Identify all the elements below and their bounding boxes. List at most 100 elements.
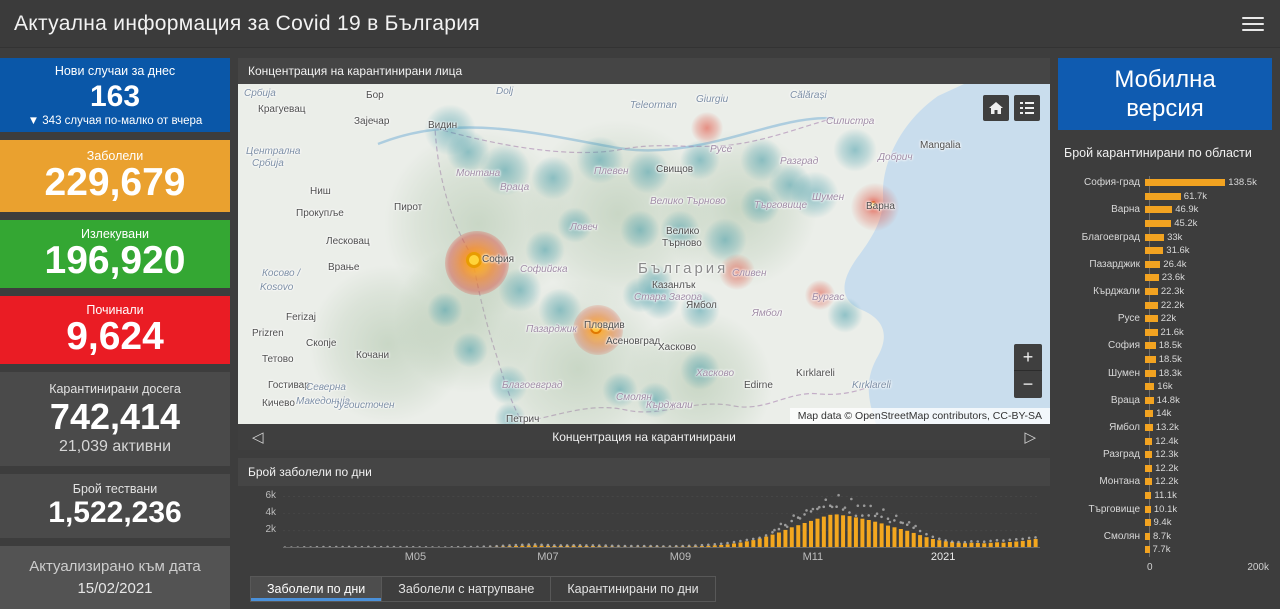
home-extent-button[interactable]	[983, 95, 1009, 121]
region-row: 22.2k	[1059, 298, 1272, 312]
region-bar	[1145, 234, 1164, 241]
x-tick: M07	[537, 551, 558, 563]
map-label: Југоисточен	[334, 400, 395, 411]
stat-label: Нови случаи за днес	[0, 64, 230, 78]
dashboard-layout: Нови случаи за днес 163 ▼ 343 случая по-…	[0, 48, 1280, 609]
stat-card-tested: Брой тествани 1,522,236	[0, 474, 230, 538]
region-bar	[1145, 342, 1156, 349]
region-bar-track: 10.1k	[1145, 504, 1272, 515]
region-row: Кърджали22.3k	[1059, 285, 1272, 299]
carousel-next-icon[interactable]: ▷	[1010, 430, 1050, 445]
region-row: Разград12.3k	[1059, 448, 1272, 462]
region-row: 18.5k	[1059, 353, 1272, 367]
stat-value: 1,522,236	[0, 496, 230, 531]
regions-sidebar: Мобилна версия Брой карантинирани по обл…	[1058, 58, 1280, 609]
stat-card-infected: Заболели 229,679	[0, 140, 230, 212]
stat-sub: 21,039 активни	[0, 438, 230, 456]
region-row: Пазарджик26.4k	[1059, 258, 1272, 272]
region-value: 45.2k	[1174, 218, 1197, 229]
quarantine-heatmap[interactable]: СрбијаКрагуевацБорЗајечарВидинDoljTeleor…	[238, 84, 1050, 424]
region-row: София-град138.5k	[1059, 176, 1272, 190]
region-bar	[1145, 206, 1172, 213]
region-label: Шумен	[1059, 368, 1145, 379]
heat-blob	[531, 156, 575, 200]
region-label: Търговище	[1059, 504, 1145, 515]
region-bar	[1145, 506, 1151, 513]
region-row: Благоевград33k	[1059, 230, 1272, 244]
tab-cumulative-cases[interactable]: Заболели с натрупване	[382, 576, 551, 602]
stat-label: Карантинирани досега	[0, 382, 230, 396]
home-icon	[989, 102, 1003, 115]
region-bar	[1145, 478, 1152, 485]
tab-daily-cases[interactable]: Заболели по дни	[250, 576, 382, 602]
region-label: Ямбол	[1059, 422, 1145, 433]
layer-list-button[interactable]	[1014, 95, 1040, 121]
region-bar	[1145, 261, 1160, 268]
map-label: Ferizaj	[286, 312, 316, 323]
stat-value: 742,414	[0, 397, 230, 437]
map-attribution[interactable]: Map data © OpenStreetMap contributors, C…	[790, 408, 1050, 424]
region-bar-track: 18.5k	[1145, 354, 1272, 365]
region-value: 12.4k	[1155, 436, 1178, 447]
map-label: Kosovo	[260, 282, 293, 293]
map-label: Разград	[780, 156, 818, 167]
axis-min: 0	[1147, 562, 1153, 573]
heat-blob	[620, 210, 660, 250]
region-value: 22k	[1161, 313, 1176, 324]
region-row: 9.4k	[1059, 516, 1272, 530]
terrain-shade	[383, 129, 573, 319]
region-bar	[1145, 302, 1158, 309]
regions-chart-xaxis: 0 200k	[1147, 562, 1269, 573]
region-value: 12.3k	[1155, 449, 1178, 460]
region-bar-track: 22.2k	[1145, 300, 1272, 311]
region-bar-track: 45.2k	[1145, 218, 1272, 229]
region-value: 18.5k	[1159, 340, 1182, 351]
region-bar-track: 21.6k	[1145, 327, 1272, 338]
region-value: 31.6k	[1166, 245, 1189, 256]
map-label: Монтана	[456, 168, 500, 179]
map-label: Гостивар	[268, 380, 310, 391]
hotspot-marker[interactable]	[466, 252, 482, 268]
region-bar-track: 14k	[1145, 408, 1272, 419]
region-value: 16k	[1157, 381, 1172, 392]
region-value: 10.1k	[1154, 504, 1177, 515]
zoom-out-button[interactable]: −	[1014, 371, 1042, 398]
region-value: 12.2k	[1155, 476, 1178, 487]
region-bar	[1145, 465, 1152, 472]
region-bar-track: 18.5k	[1145, 340, 1272, 351]
region-value: 18.3k	[1159, 368, 1182, 379]
region-row: 11.1k	[1059, 489, 1272, 503]
region-bar	[1145, 533, 1150, 540]
region-row: Враца14.8k	[1059, 394, 1272, 408]
region-bar	[1145, 193, 1181, 200]
y-tick: 2k	[252, 524, 276, 535]
map-label: Пирот	[394, 202, 422, 213]
region-bar	[1145, 220, 1171, 227]
region-bar-track: 12.4k	[1145, 436, 1272, 447]
stat-value: 196,920	[0, 241, 230, 282]
stat-label: Брой тествани	[0, 482, 230, 496]
map-label: Сливен	[732, 268, 767, 279]
map-label: Добрич	[878, 152, 913, 163]
region-bar-track: 18.3k	[1145, 368, 1272, 379]
tab-daily-quarantined[interactable]: Карантинирани по дни	[551, 576, 715, 602]
region-bar	[1145, 370, 1156, 377]
x-tick: 2021	[931, 551, 955, 563]
zoom-in-button[interactable]: +	[1014, 344, 1042, 371]
map-label: Dolj	[496, 86, 513, 97]
heat-blob	[452, 332, 488, 368]
carousel-prev-icon[interactable]: ◁	[238, 430, 278, 445]
map-label: Велико Търново	[650, 196, 726, 207]
page-title: Актуална информация за Covid 19 в Българ…	[0, 12, 480, 36]
mobile-version-button[interactable]: Мобилна версия	[1058, 58, 1272, 130]
stat-card-new-cases: Нови случаи за днес 163 ▼ 343 случая по-…	[0, 58, 230, 132]
map-label: Prizren	[252, 328, 284, 339]
map-label: Крагуевац	[258, 104, 306, 115]
regions-bar-chart: София-град138.5k61.7kВарна46.9k45.2kБлаг…	[1149, 176, 1272, 557]
region-row: 7.7k	[1059, 543, 1272, 557]
region-bar	[1145, 274, 1159, 281]
region-bar	[1145, 410, 1153, 417]
map-label: Прокупље	[296, 208, 344, 219]
menu-icon[interactable]	[1242, 17, 1264, 31]
region-bar-track: 8.7k	[1145, 531, 1272, 542]
